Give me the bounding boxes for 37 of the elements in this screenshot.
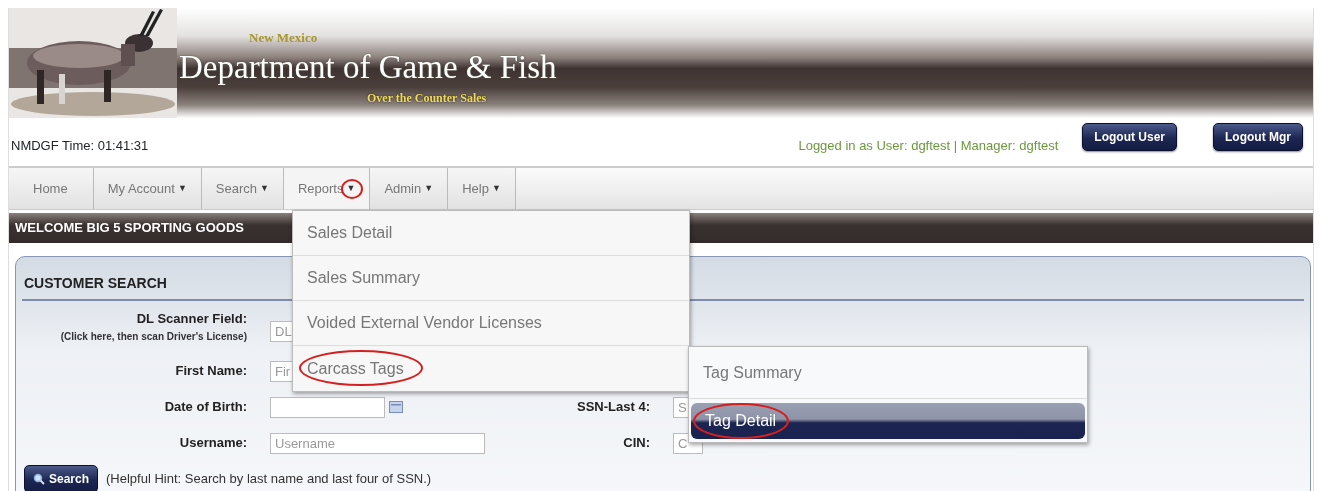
field-label: Username: xyxy=(178,434,247,453)
logout-button[interactable]: Logout Mgr xyxy=(1213,123,1303,151)
search-icon xyxy=(33,473,45,485)
logout-button[interactable]: Logout User xyxy=(1082,123,1177,151)
nav-item[interactable]: Admin ▼ xyxy=(370,168,449,209)
caret-icon: ▼ xyxy=(424,181,434,196)
login-status: Logged in as User: dgftest | Manager: dgftest xyxy=(798,137,1059,156)
nav-item[interactable]: Home xyxy=(9,168,94,209)
input-field[interactable]: Username xyxy=(270,432,485,454)
site-subtitle: Over the Counter Sales xyxy=(367,90,487,107)
state-name: New Mexico xyxy=(249,29,318,47)
submenu-item[interactable]: Tag Detail xyxy=(691,403,1085,439)
field-label: DL Scanner Field: xyxy=(136,311,247,326)
date-field[interactable] xyxy=(270,396,385,418)
caret-icon: ▼ xyxy=(346,181,356,196)
site-title: Department of Game & Fish xyxy=(179,49,557,85)
nav-item[interactable]: Help ▼ xyxy=(448,168,516,209)
nav-item[interactable]: Search ▼ xyxy=(201,168,284,209)
field-label: SSN-Last 4: xyxy=(577,399,650,415)
field-label: CIN: xyxy=(623,435,650,451)
menu-item[interactable]: Voided External Vendor Licenses xyxy=(293,301,689,346)
menu-item[interactable]: Sales Detail xyxy=(293,211,689,256)
nav-item[interactable]: Reports ▼ xyxy=(283,168,371,209)
caret-icon: ▼ xyxy=(177,181,187,196)
field-hint: (Click here, then scan Driver's License) xyxy=(59,329,247,344)
field-label: First Name: xyxy=(174,362,247,381)
submenu-item[interactable]: Tag Summary xyxy=(689,347,1087,399)
clock-text: NMDGF Time: 01:41:31 xyxy=(11,137,149,156)
calendar-icon[interactable] xyxy=(389,401,403,413)
menu-item[interactable]: Carcass Tags xyxy=(293,346,689,391)
hint-text: (Helpful Hint: Search by last name and last four of SSN.) xyxy=(106,470,432,489)
search-button[interactable]: Search xyxy=(24,465,99,491)
caret-icon: ▼ xyxy=(491,181,501,196)
nav-item[interactable]: My Account ▼ xyxy=(93,168,202,209)
menu-item[interactable]: Sales Summary xyxy=(293,256,689,301)
caret-icon: ▼ xyxy=(260,181,269,196)
field-label: Date of Birth: xyxy=(163,398,247,417)
